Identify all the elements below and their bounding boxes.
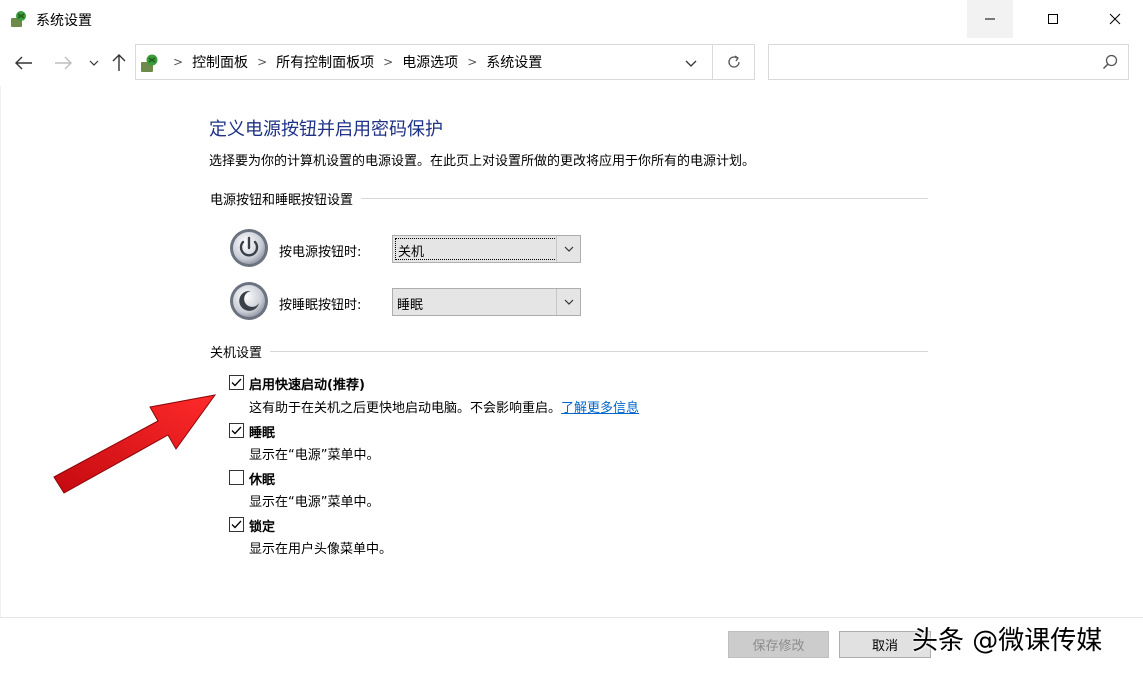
arrow-left-icon — [15, 56, 32, 70]
chevron-down-icon — [89, 60, 99, 66]
page-description: 选择要为你的计算机设置的电源设置。在此页上对设置所做的更改将应用于你所有的电源计… — [209, 154, 756, 169]
fast-startup-label[interactable]: 启用快速启动(推荐) — [249, 374, 365, 393]
shutdown-group-header: 关机设置 — [210, 341, 928, 361]
up-button[interactable] — [108, 52, 130, 74]
lock-label[interactable]: 锁定 — [249, 516, 275, 535]
breadcrumb-item[interactable]: 系统设置 — [486, 52, 542, 72]
maximize-icon — [1048, 14, 1058, 24]
checkmark-icon — [231, 426, 242, 435]
hibernate-label[interactable]: 休眠 — [249, 469, 275, 488]
sleep-button-icon — [230, 282, 268, 320]
address-history-button[interactable] — [682, 54, 700, 72]
breadcrumb-item[interactable]: 电源选项 — [402, 52, 458, 72]
minimize-icon — [985, 18, 995, 20]
chevron-right-icon[interactable]: > — [383, 55, 393, 69]
recent-locations-button[interactable] — [83, 52, 105, 74]
arrow-up-icon — [112, 54, 126, 71]
chevron-right-icon[interactable]: > — [257, 55, 267, 69]
learn-more-link[interactable]: 了解更多信息 — [561, 401, 639, 416]
breadcrumb-item[interactable]: 控制面板 — [192, 52, 248, 72]
dropdown-arrow[interactable] — [556, 289, 580, 315]
lock-description: 显示在用户头像菜单中。 — [249, 542, 393, 557]
search-input[interactable] — [768, 44, 1129, 80]
lock-checkbox[interactable] — [229, 517, 244, 532]
back-button[interactable] — [13, 52, 35, 74]
page-title: 定义电源按钮并启用密码保护 — [209, 119, 443, 140]
footer-divider — [0, 617, 1143, 618]
navigation-bar: > 控制面板 > 所有控制面板项 > 电源选项 > 系统设置 — [0, 38, 1143, 86]
red-arrow-annotation — [53, 394, 217, 494]
chevron-right-icon[interactable]: > — [467, 55, 477, 69]
description-text: 这有助于在关机之后更快地启动电脑。不会影响重启。 — [249, 401, 562, 416]
sleep-description: 显示在“电源”菜单中。 — [249, 448, 380, 463]
power-button-label: 按电源按钮时: — [279, 245, 362, 260]
sleep-button-action-select[interactable]: 睡眠 — [392, 288, 581, 316]
fast-startup-description: 这有助于在关机之后更快地启动电脑。不会影响重启。了解更多信息 — [249, 397, 639, 416]
sleep-checkbox[interactable] — [229, 423, 244, 438]
checkmark-icon — [231, 378, 242, 387]
fast-startup-checkbox[interactable] — [229, 375, 244, 390]
search-icon — [1102, 54, 1118, 70]
divider — [361, 197, 928, 199]
hibernate-description: 显示在“电源”菜单中。 — [249, 495, 380, 510]
divider — [270, 350, 928, 352]
chevron-down-icon — [685, 60, 697, 67]
hibernate-checkbox[interactable] — [229, 470, 244, 485]
group-header-label: 关机设置 — [210, 345, 263, 361]
power-button-icon — [230, 229, 268, 267]
breadcrumb: > 控制面板 > 所有控制面板项 > 电源选项 > 系统设置 — [164, 45, 542, 79]
power-buttons-group-header: 电源按钮和睡眠按钮设置 — [210, 188, 928, 208]
save-changes-button[interactable]: 保存修改 — [728, 631, 829, 658]
checkmark-icon — [231, 520, 242, 529]
sleep-button-label: 按睡眠按钮时: — [279, 298, 362, 313]
minimize-button[interactable] — [967, 0, 1013, 38]
close-button[interactable] — [1092, 0, 1138, 38]
window-border — [0, 86, 1, 617]
sleep-label[interactable]: 睡眠 — [249, 422, 275, 441]
refresh-icon — [727, 55, 740, 68]
power-button-action-select[interactable]: 关机 — [392, 235, 581, 263]
control-panel-icon — [141, 54, 158, 72]
chevron-down-icon — [564, 299, 573, 305]
group-header-label: 电源按钮和睡眠按钮设置 — [210, 192, 354, 208]
close-icon — [1109, 13, 1121, 25]
maximize-button[interactable] — [1030, 0, 1076, 38]
title-bar: 系统设置 — [0, 0, 1143, 38]
breadcrumb-item[interactable]: 所有控制面板项 — [276, 52, 374, 72]
chevron-down-icon — [564, 246, 573, 252]
control-panel-icon — [11, 11, 26, 27]
dropdown-arrow[interactable] — [556, 236, 580, 262]
refresh-button[interactable] — [713, 44, 755, 80]
watermark: 头条 @微课传媒 — [912, 626, 1103, 656]
chevron-right-icon: > — [173, 55, 184, 69]
window-title: 系统设置 — [36, 13, 92, 29]
select-value: 睡眠 — [397, 298, 424, 313]
select-value: 关机 — [395, 238, 557, 260]
forward-button[interactable] — [52, 52, 74, 74]
address-bar[interactable]: > 控制面板 > 所有控制面板项 > 电源选项 > 系统设置 — [135, 44, 713, 80]
arrow-right-icon — [55, 56, 72, 70]
